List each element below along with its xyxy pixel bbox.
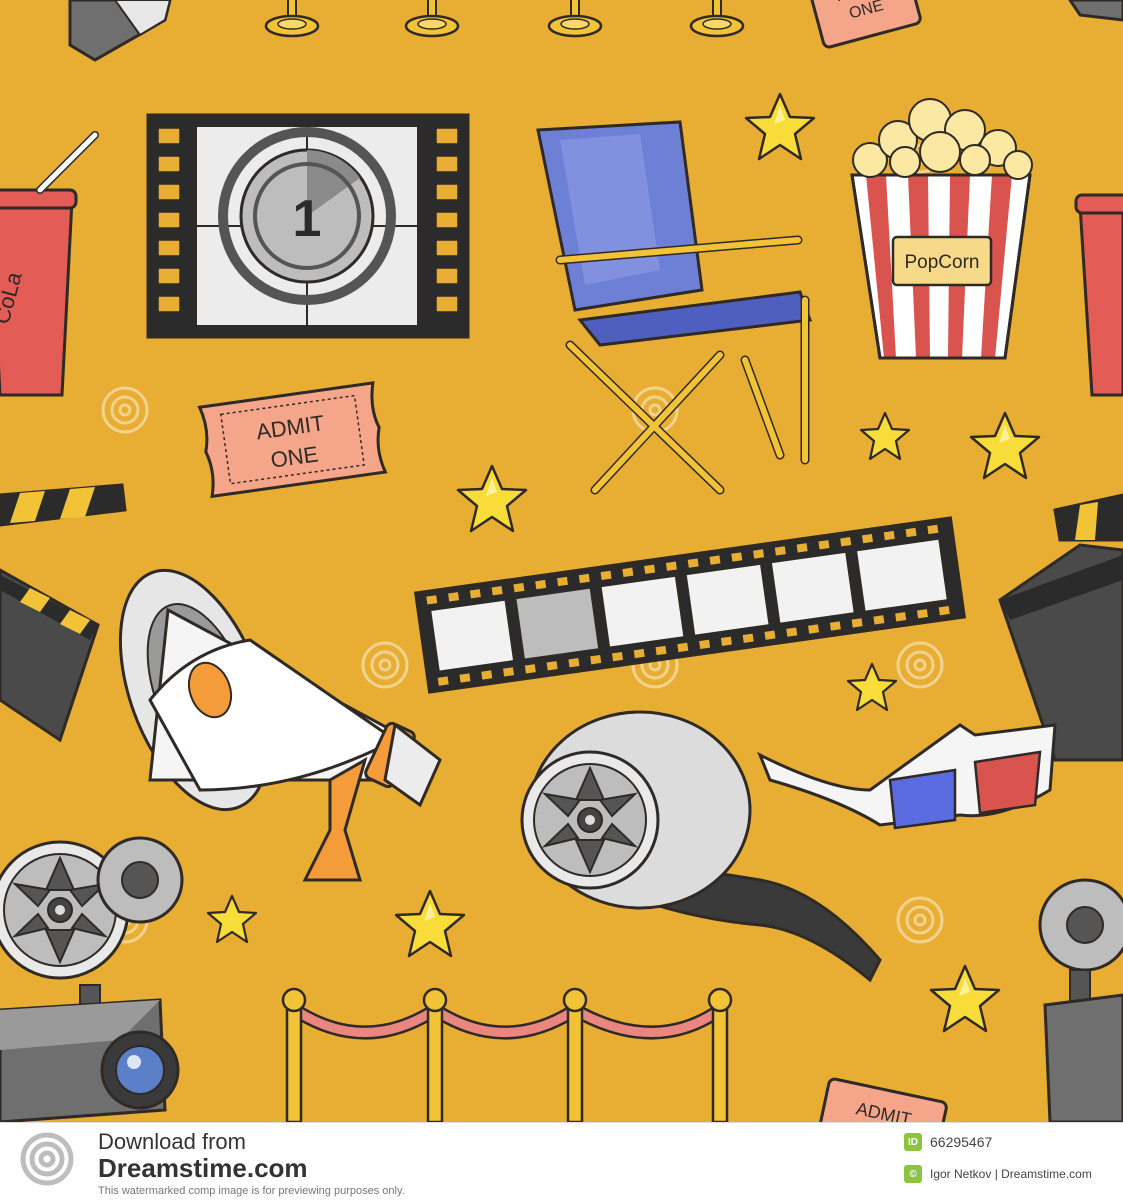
author-row: © Igor Netkov | Dreamstime.com [904,1163,1092,1185]
footer-right: ID 66295467 © Igor Netkov | Dreamstime.c… [904,1123,1119,1201]
brand-link[interactable]: Dreamstime.com [98,1153,308,1184]
popcorn-label: PopCorn [905,252,980,273]
copyright-icon: © [904,1165,922,1183]
dreamstime-logo-icon [20,1132,74,1186]
footer-left: Download from Dreamstime.com This waterm… [14,1127,414,1197]
cinema-pattern-artwork: ADMIT ONE 1 [0,0,1123,1122]
id-icon: ID [904,1133,922,1151]
download-from-text: Download from [98,1129,246,1154]
countdown-number: 1 [293,190,322,248]
watermark-note: This watermarked comp image is for previ… [98,1185,405,1197]
popcorn-bucket: PopCorn [850,98,1033,360]
image-id: 66295467 [930,1134,993,1150]
download-footer: Download from Dreamstime.com This waterm… [0,1122,1123,1201]
image-id-row: ID 66295467 [904,1131,992,1153]
author-credit: Igor Netkov | Dreamstime.com [930,1167,1092,1181]
cinema-pattern-image: ADMIT ONE 1 [0,0,1123,1122]
countdown-film-frame: 1 [146,113,470,339]
